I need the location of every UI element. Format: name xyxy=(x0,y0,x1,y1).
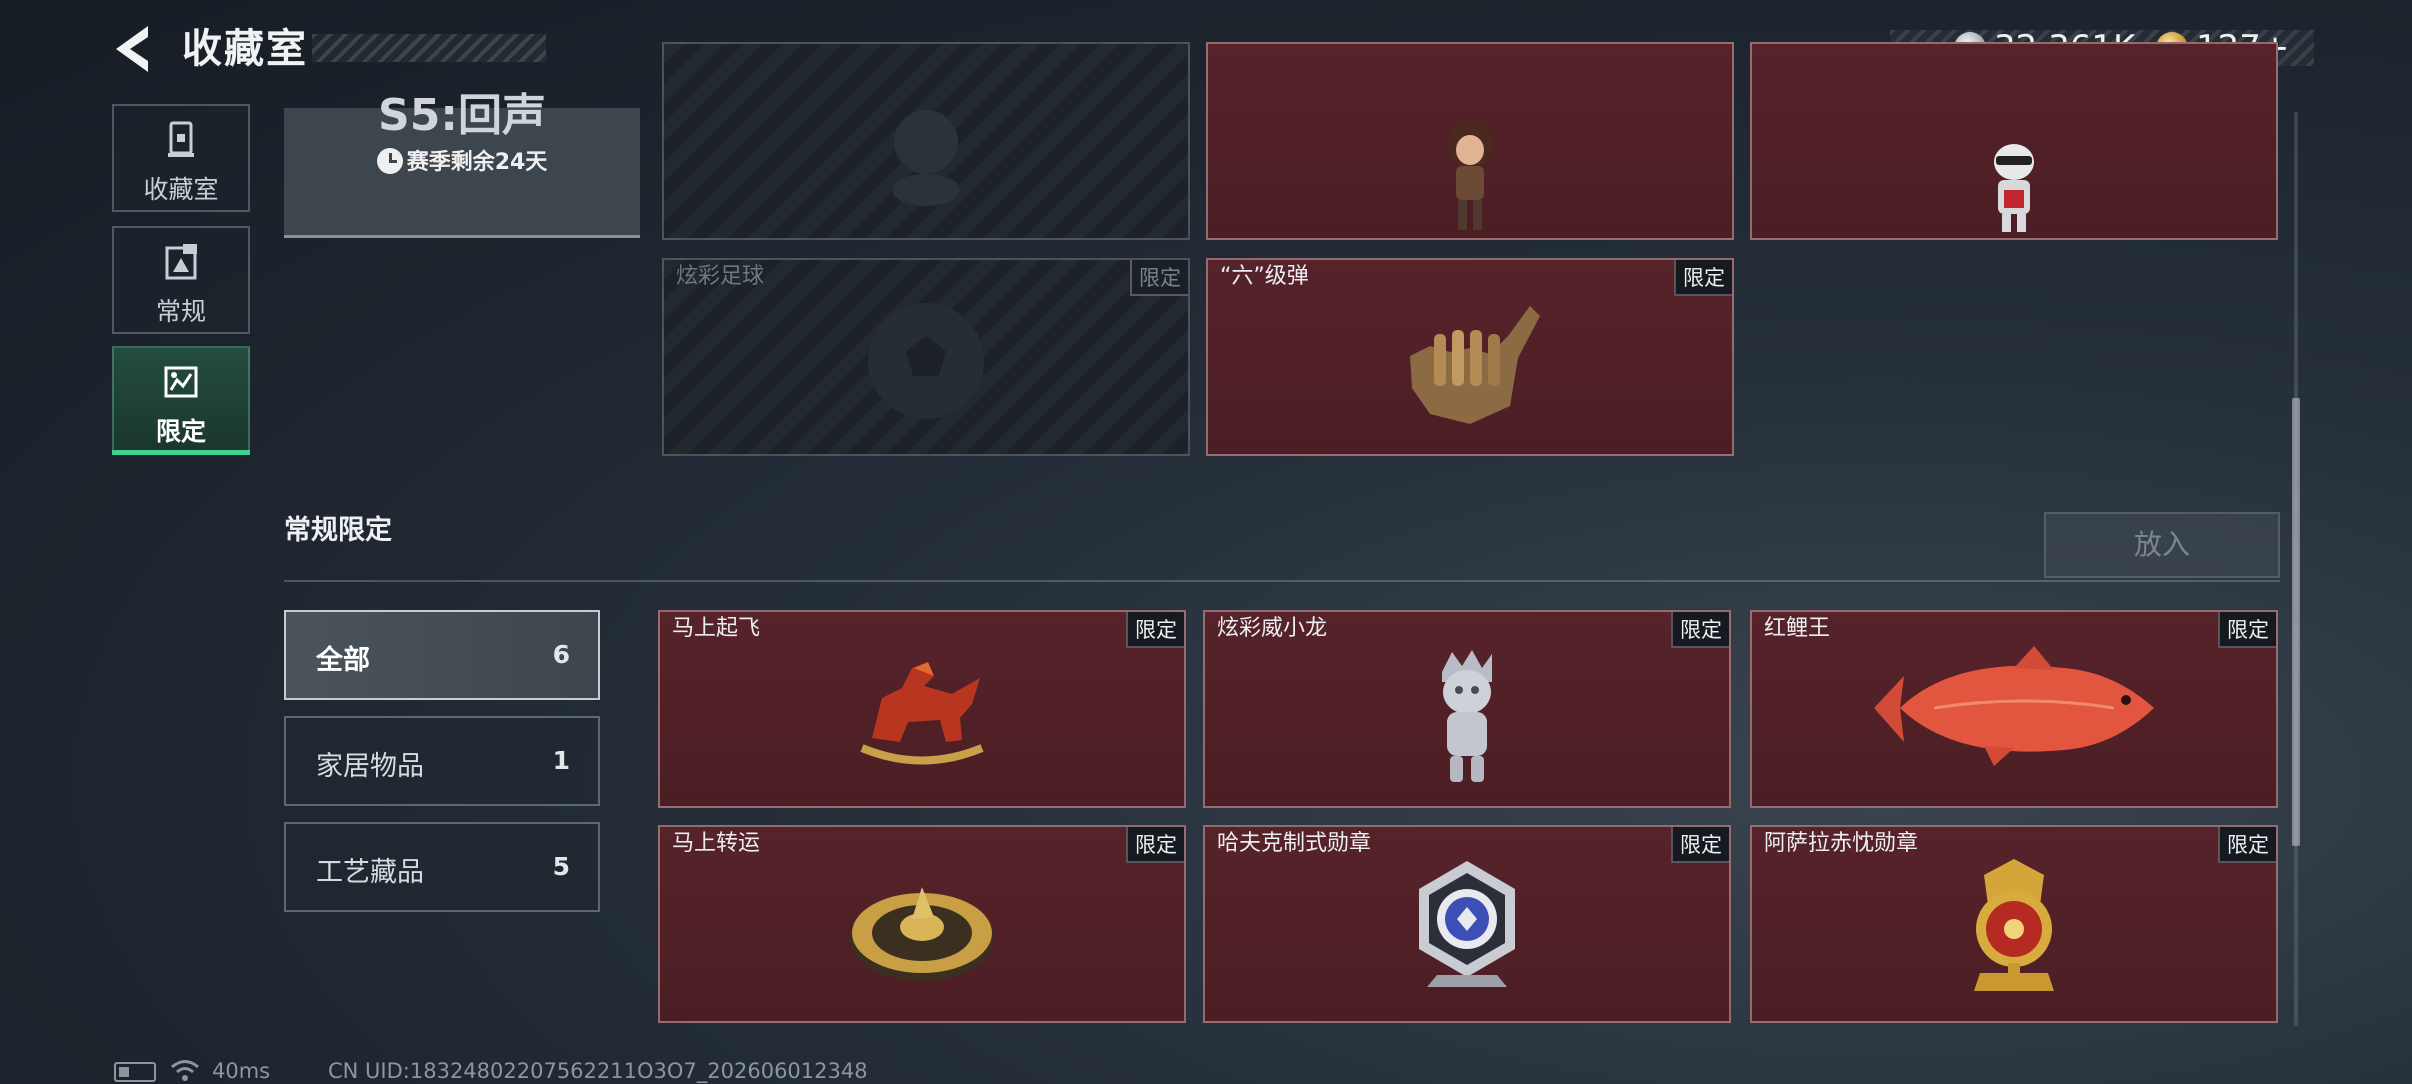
limited-badge: 限定 xyxy=(2218,827,2276,863)
item-card[interactable]: 马上起飞 限定 xyxy=(658,610,1186,808)
item-card[interactable]: 红鲤王 限定 xyxy=(1750,610,2278,808)
red-carp-icon xyxy=(1874,646,2154,766)
girl-figurine-icon xyxy=(1448,120,1492,230)
title-decoration xyxy=(312,34,546,62)
collection-card[interactable] xyxy=(1206,42,1734,240)
item-name: 阿萨拉赤忱勋章 xyxy=(1764,831,1919,856)
collection-card[interactable] xyxy=(662,42,1190,240)
item-card[interactable]: 哈夫克制式勋章 限定 xyxy=(1203,825,1731,1023)
nav-item-limited[interactable]: 限定 xyxy=(112,346,250,454)
season-remaining: 赛季剩余24天 xyxy=(284,144,640,176)
limited-badge: 限定 xyxy=(1126,827,1184,863)
fortune-wheel-icon xyxy=(850,887,994,981)
season-remaining-text: 赛季剩余24天 xyxy=(406,150,548,175)
limited-badge: 限定 xyxy=(1130,260,1188,296)
wifi-icon xyxy=(171,1060,199,1081)
soccer-ball-icon xyxy=(868,303,984,419)
season-name: S5:回声 xyxy=(378,90,546,141)
dragon-figurine-icon xyxy=(1442,650,1492,782)
back-arrow-icon[interactable] xyxy=(108,22,158,76)
item-name: 马上转运 xyxy=(672,831,761,856)
item-card[interactable]: 马上转运 限定 xyxy=(658,825,1186,1023)
scrollbar-thumb[interactable] xyxy=(2292,398,2300,846)
limited-badge: 限定 xyxy=(1126,612,1184,648)
nav-item-label: 收藏室 xyxy=(143,175,219,204)
figure-silhouette-icon xyxy=(892,110,960,206)
limited-badge: 限定 xyxy=(2218,612,2276,648)
page-title: 收藏室 xyxy=(182,26,308,72)
gold-medal-icon xyxy=(1974,859,2054,991)
battery-icon xyxy=(114,1062,156,1082)
limited-badge: 限定 xyxy=(1671,612,1729,648)
filter-count: 1 xyxy=(552,746,570,775)
limited-badge: 限定 xyxy=(1671,827,1729,863)
item-name: 炫彩威小龙 xyxy=(1217,616,1328,641)
filter-label: 工艺藏品 xyxy=(316,857,424,888)
filter-count: 6 xyxy=(552,640,570,669)
limited-badge: 限定 xyxy=(1674,260,1732,296)
clock-icon xyxy=(376,148,403,174)
collection-card[interactable]: “六”级弹 限定 xyxy=(1206,258,1734,456)
user-uid: CN UID:18324802207562211O3O7_20260601234… xyxy=(328,1059,868,1083)
season-card: S5:回声 赛季剩余24天 xyxy=(284,94,640,238)
picture-frame-icon xyxy=(165,244,197,280)
filter-label: 全部 xyxy=(316,645,370,676)
bullet-hand-sculpture-icon xyxy=(1410,306,1540,424)
item-name: 哈夫克制式勋章 xyxy=(1217,831,1372,856)
item-name: 马上起飞 xyxy=(672,616,761,641)
nav-item-label: 限定 xyxy=(155,417,206,446)
filter-home-items[interactable]: 家居物品 1 xyxy=(284,716,600,806)
filter-crafts[interactable]: 工艺藏品 5 xyxy=(284,822,600,912)
nav-item-collection[interactable]: 收藏室 xyxy=(112,104,250,212)
item-name: 炫彩足球 xyxy=(676,264,765,289)
collection-card[interactable] xyxy=(1750,42,2278,240)
filter-count: 5 xyxy=(552,852,570,881)
filter-all[interactable]: 全部 6 xyxy=(284,610,600,700)
item-name: “六”级弹 xyxy=(1220,264,1309,289)
limited-gallery-icon xyxy=(164,366,198,398)
nav-item-label: 常规 xyxy=(155,297,206,326)
nav-item-regular[interactable]: 常规 xyxy=(112,226,250,334)
place-button[interactable]: 放入 xyxy=(2044,512,2280,578)
robot-figurine-icon xyxy=(1994,144,2034,232)
section-title: 常规限定 xyxy=(284,515,392,546)
item-name: 红鲤王 xyxy=(1764,616,1831,641)
silver-medal-icon xyxy=(1419,861,1515,987)
filter-label: 家居物品 xyxy=(316,751,424,782)
item-card[interactable]: 炫彩威小龙 限定 xyxy=(1203,610,1731,808)
section-divider xyxy=(284,580,2280,582)
rocking-horse-icon xyxy=(860,662,984,765)
trophy-display-icon xyxy=(168,121,194,157)
active-nav-indicator xyxy=(112,450,250,455)
collection-card[interactable]: 炫彩足球 限定 xyxy=(662,258,1190,456)
item-card[interactable]: 阿萨拉赤忱勋章 限定 xyxy=(1750,825,2278,1023)
ping-value: 40ms xyxy=(212,1059,271,1083)
